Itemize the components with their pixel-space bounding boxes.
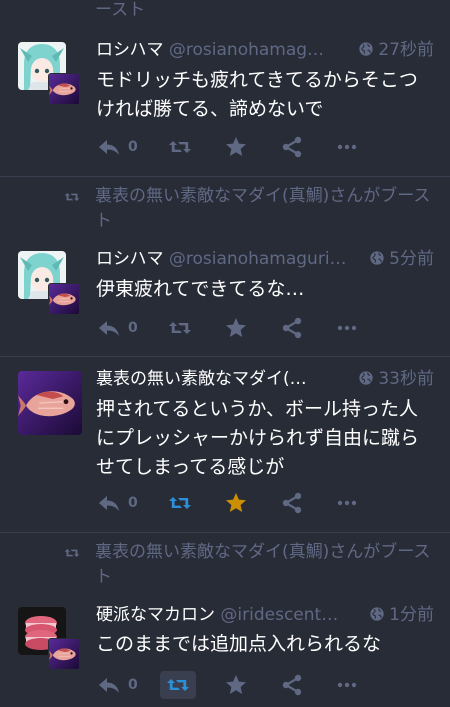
- status-time[interactable]: 33秒前: [358, 367, 434, 391]
- reply-icon: [96, 491, 122, 515]
- boosted-by-avatar[interactable]: [48, 73, 80, 105]
- favourite-button[interactable]: [224, 134, 248, 160]
- divider: [0, 532, 450, 533]
- globe-icon: [369, 250, 385, 266]
- ellipsis-icon: [335, 135, 359, 159]
- status-header: ロシハマ @rosianohamaguri… 5分前: [96, 247, 434, 271]
- share-button[interactable]: [280, 672, 304, 698]
- globe-icon: [358, 370, 374, 386]
- reply-button[interactable]: 0: [96, 315, 138, 341]
- more-button[interactable]: [335, 134, 359, 160]
- favourite-button[interactable]: [224, 672, 248, 698]
- account-handle[interactable]: @rosianohamaguri…: [169, 249, 347, 269]
- star-icon: [224, 673, 248, 697]
- share-icon: [280, 491, 304, 515]
- status-time[interactable]: 27秒前: [358, 38, 434, 62]
- favourite-button[interactable]: [224, 315, 248, 341]
- retweet-icon: [164, 673, 192, 697]
- boost-button[interactable]: [166, 134, 194, 160]
- share-button[interactable]: [280, 315, 304, 341]
- reply-button[interactable]: 0: [96, 672, 138, 698]
- favourite-button-active[interactable]: [224, 490, 248, 516]
- share-button[interactable]: [280, 134, 304, 160]
- retweet-icon: [62, 189, 82, 205]
- display-name[interactable]: 裏表の無い素敵なマダイ(…: [96, 369, 307, 389]
- divider: [0, 176, 450, 177]
- share-icon: [280, 673, 304, 697]
- reply-count: 0: [128, 320, 138, 336]
- status-time[interactable]: 1分前: [369, 603, 434, 627]
- avatar[interactable]: [18, 371, 82, 435]
- boost-label-cut: ースト: [95, 0, 146, 20]
- status-header: ロシハマ @rosianohamag… 27秒前: [96, 38, 434, 62]
- star-icon: [224, 316, 248, 340]
- fish-avatar-icon: [49, 284, 79, 314]
- ellipsis-icon: [335, 316, 359, 340]
- status-header: 硬派なマカロン @iridescent… 1分前: [96, 603, 434, 627]
- boost-button-active[interactable]: [166, 490, 194, 516]
- status-content: モドリッチも疲れてきてるからそこつければ勝てる、諦めないで: [96, 69, 418, 120]
- reply-count: 0: [128, 677, 138, 693]
- display-name[interactable]: ロシハマ: [96, 40, 164, 60]
- focus-ring: [160, 671, 196, 699]
- reply-count: 0: [128, 139, 138, 155]
- star-icon: [224, 135, 248, 159]
- globe-icon: [358, 41, 374, 57]
- boost-button[interactable]: [166, 315, 194, 341]
- reply-button[interactable]: 0: [96, 134, 138, 160]
- fish-avatar-icon: [18, 371, 82, 435]
- boost-label: 裏表の無い素敵なマダイ(真鯛)さんがブースト: [62, 184, 442, 234]
- boost-label: 裏表の無い素敵なマダイ(真鯛)さんがブースト: [62, 540, 442, 590]
- ellipsis-icon: [335, 673, 359, 697]
- reply-icon: [96, 135, 122, 159]
- reply-icon: [96, 673, 122, 697]
- status-content: 伊東疲れてできてるな…: [96, 278, 305, 300]
- reply-icon: [96, 316, 122, 340]
- share-icon: [280, 316, 304, 340]
- fish-avatar-icon: [49, 74, 79, 104]
- retweet-icon: [166, 491, 194, 515]
- account-handle[interactable]: @iridescent…: [220, 605, 338, 625]
- display-name[interactable]: ロシハマ: [96, 249, 164, 269]
- boosted-by-avatar[interactable]: [48, 283, 80, 315]
- retweet-icon: [166, 135, 194, 159]
- ellipsis-icon: [335, 491, 359, 515]
- retweet-icon: [166, 316, 194, 340]
- share-button[interactable]: [280, 490, 304, 516]
- more-button[interactable]: [335, 490, 359, 516]
- status-header: 裏表の無い素敵なマダイ(… 33秒前: [96, 367, 434, 391]
- star-icon: [224, 491, 248, 515]
- boost-button-active[interactable]: [160, 671, 196, 699]
- share-icon: [280, 135, 304, 159]
- reply-button[interactable]: 0: [96, 490, 138, 516]
- reply-count: 0: [128, 495, 138, 511]
- boosted-by-avatar[interactable]: [48, 638, 80, 670]
- account-handle[interactable]: @rosianohamag…: [169, 40, 324, 60]
- status-time[interactable]: 5分前: [369, 247, 434, 271]
- globe-icon: [369, 606, 385, 622]
- display-name[interactable]: 硬派なマカロン: [96, 605, 215, 625]
- more-button[interactable]: [335, 672, 359, 698]
- more-button[interactable]: [335, 315, 359, 341]
- divider: [0, 356, 450, 357]
- status-content: 押されてるというか、ボール持った人にプレッシャーかけられず自由に蹴らせてしまって…: [96, 398, 420, 478]
- fish-avatar-icon: [49, 639, 79, 669]
- status-content: このままでは追加点入れられるな: [96, 633, 382, 655]
- retweet-icon: [62, 545, 82, 561]
